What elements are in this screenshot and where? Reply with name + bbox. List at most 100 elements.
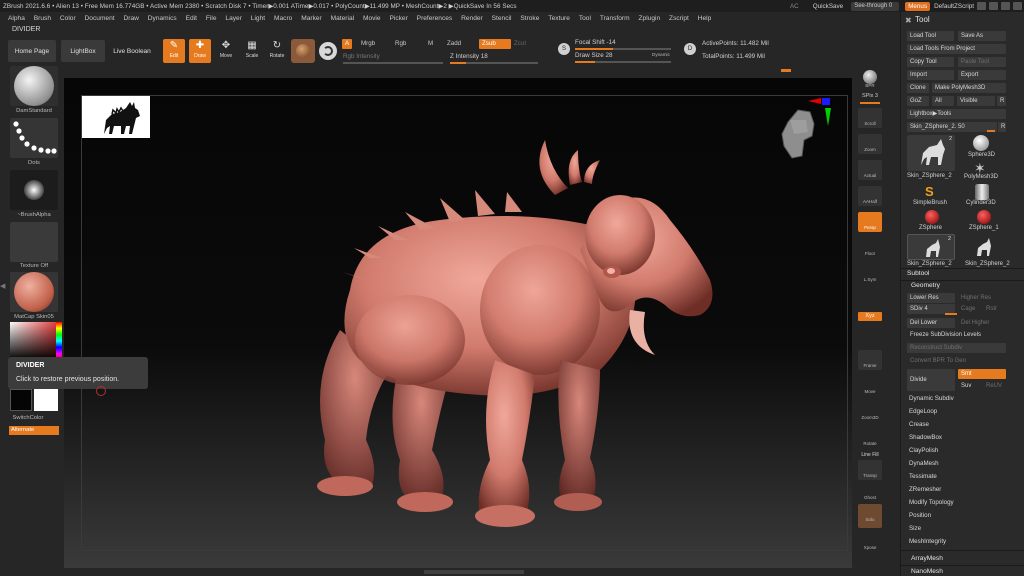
layout-icon[interactable] — [977, 2, 986, 10]
edit-button[interactable]: ✎ Edit — [163, 39, 185, 63]
scale-button[interactable]: ▦ Scale — [241, 39, 263, 63]
smt-toggle[interactable]: Smt — [958, 369, 1006, 379]
load-tool-button[interactable]: Load Tool — [907, 31, 954, 41]
alternate-button[interactable]: Alternate — [9, 426, 59, 435]
tool-thumb-skin-zsphere-2b[interactable] — [959, 234, 1007, 260]
load-from-project-button[interactable]: Load Tools From Project — [907, 44, 1006, 54]
menu-file[interactable]: File — [206, 15, 217, 22]
z-intensity-slider[interactable]: Z Intensity 18 — [450, 53, 488, 60]
menu-light[interactable]: Light — [251, 15, 265, 22]
menu-texture[interactable]: Texture — [548, 15, 570, 22]
zremesher-section[interactable]: ZRemesher — [909, 486, 941, 493]
navigator-thumbnail[interactable] — [82, 96, 150, 138]
all-button[interactable]: All — [932, 96, 954, 106]
sculpt-model[interactable] — [300, 140, 720, 540]
maximize-icon[interactable] — [1001, 2, 1010, 10]
orientation-head-gizmo[interactable] — [776, 97, 838, 166]
clone-button[interactable]: Clone — [907, 83, 929, 93]
rgb-intensity-slider[interactable]: Rgb Intensity — [343, 53, 380, 60]
palette-pin-icon[interactable]: ✖ — [905, 16, 912, 25]
cage-button[interactable]: Cage — [958, 304, 982, 314]
menu-movie[interactable]: Movie — [363, 15, 381, 22]
color-picker[interactable] — [10, 322, 62, 360]
zsub-button[interactable]: Zsub — [479, 39, 511, 49]
secondary-color-swatch[interactable] — [34, 389, 58, 411]
dynamesh-section[interactable]: DynaMesh — [909, 460, 939, 467]
menu-alpha[interactable]: Alpha — [8, 15, 25, 22]
focal-shift-icon[interactable]: S — [558, 43, 570, 55]
crease-section[interactable]: Crease — [909, 421, 929, 428]
divide-button[interactable]: Divide — [907, 369, 955, 391]
aahalf-button[interactable]: AAHalf — [858, 186, 882, 206]
menu-stencil[interactable]: Stencil — [492, 15, 512, 22]
move-view-button[interactable]: Move — [858, 376, 882, 396]
zsphere-icon[interactable] — [925, 210, 939, 224]
arraymesh-section[interactable]: ArrayMesh — [911, 555, 943, 562]
line-fill-button[interactable]: Line Fill — [856, 452, 884, 458]
geometry-section[interactable]: Geometry — [911, 282, 940, 289]
menu-macro[interactable]: Macro — [274, 15, 292, 22]
paste-tool-button[interactable]: Paste Tool — [958, 57, 1006, 67]
xyz-button[interactable]: Xyz — [858, 312, 882, 321]
position-section[interactable]: Position — [909, 512, 931, 519]
menu-material[interactable]: Material — [331, 15, 354, 22]
bpr-button[interactable]: BPR — [858, 70, 882, 90]
transp-button[interactable]: Ghost — [858, 482, 882, 502]
zadd-button[interactable]: Zadd — [447, 39, 461, 49]
persp-button[interactable]: Persp — [858, 212, 882, 232]
stroke-spiral-icon[interactable] — [319, 42, 337, 60]
menus-toggle[interactable]: Menus — [905, 1, 931, 11]
rstr-button[interactable]: Rstr — [983, 304, 1005, 314]
lightbox-button[interactable]: LightBox — [61, 40, 105, 62]
stroke-picker[interactable] — [10, 118, 58, 158]
menu-color[interactable]: Color — [60, 15, 76, 22]
mrgb-button[interactable]: Mrgb — [361, 39, 375, 49]
menu-brush[interactable]: Brush — [34, 15, 51, 22]
del-higher-button[interactable]: Del Higher — [958, 318, 1006, 328]
main-color-swatch[interactable] — [10, 389, 32, 411]
move-button[interactable]: ✥ Move — [215, 39, 237, 63]
ghost-button[interactable]: Solo — [858, 504, 882, 528]
menu-dynamics[interactable]: Dynamics — [148, 15, 177, 22]
rgb-intensity-track[interactable] — [343, 62, 443, 64]
tessimate-section[interactable]: Tessimate — [909, 473, 937, 480]
alpha-picker[interactable] — [10, 170, 58, 210]
copy-tool-button[interactable]: Copy Tool — [907, 57, 954, 67]
hue-strip[interactable] — [56, 322, 62, 360]
edgeloop-section[interactable]: EdgeLoop — [909, 408, 937, 415]
shadowbox-section[interactable]: ShadowBox — [909, 434, 942, 441]
floor-button[interactable]: Floor — [858, 238, 882, 258]
nanomesh-section[interactable]: NanoMesh — [911, 568, 943, 575]
focal-shift-slider[interactable]: Focal Shift -14 — [575, 39, 616, 46]
left-shelf-collapse-icon[interactable]: ◀ — [0, 282, 6, 292]
menu-render[interactable]: Render — [461, 15, 483, 22]
minimize-icon[interactable] — [989, 2, 998, 10]
menu-zplugin[interactable]: Zplugin — [639, 15, 661, 22]
save-as-button[interactable]: Save As — [958, 31, 1006, 41]
home-page-button[interactable]: Home Page — [8, 40, 56, 62]
zsphere1-icon[interactable] — [977, 210, 991, 224]
menu-help[interactable]: Help — [698, 15, 712, 22]
menu-marker[interactable]: Marker — [301, 15, 322, 22]
palette-title[interactable]: Tool — [915, 15, 930, 24]
material-picker[interactable] — [10, 272, 58, 312]
scroll-button[interactable]: Scroll — [858, 108, 882, 128]
menu-layer[interactable]: Layer — [225, 15, 242, 22]
see-through-slider[interactable]: See-through 0 — [851, 1, 900, 11]
menu-stroke[interactable]: Stroke — [520, 15, 539, 22]
modify-topology-section[interactable]: Modify Topology — [909, 499, 954, 506]
make-polymesh-button[interactable]: Make PolyMesh3D — [932, 83, 1006, 93]
menu-tool[interactable]: Tool — [579, 15, 591, 22]
dynamic-toggle[interactable]: Dynamic — [652, 52, 670, 57]
higher-res-button[interactable]: Higher Res — [958, 293, 1006, 303]
export-button[interactable]: Export — [958, 70, 1006, 80]
menu-picker[interactable]: Picker — [389, 15, 407, 22]
lower-res-button[interactable]: Lower Res — [907, 293, 955, 303]
suv-toggle[interactable]: Suv — [958, 381, 982, 391]
claypolish-section[interactable]: ClayPolish — [909, 447, 938, 454]
subtool-section[interactable]: Subtool — [907, 270, 929, 277]
size-section[interactable]: Size — [909, 525, 921, 532]
meshintegrity-section[interactable]: MeshIntegrity — [909, 538, 946, 545]
del-lower-button[interactable]: Del Lower — [907, 318, 955, 328]
rotate-button[interactable]: ↻ Rotate — [266, 39, 288, 63]
